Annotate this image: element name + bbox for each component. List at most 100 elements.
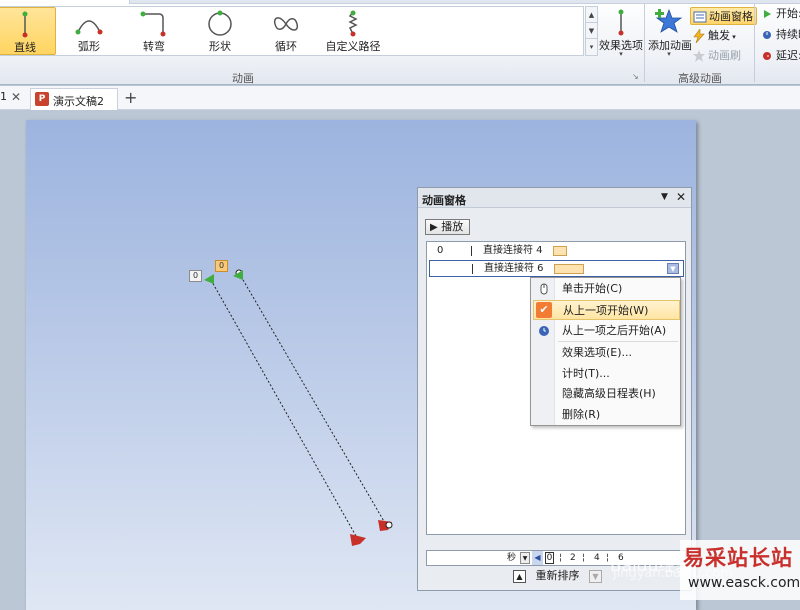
animation-pane-title: 动画窗格 bbox=[422, 194, 466, 207]
arc-path-icon bbox=[75, 20, 103, 35]
animation-painter-icon bbox=[693, 50, 705, 62]
trigger-label: 触发 bbox=[708, 29, 730, 42]
gallery-label: 转弯 bbox=[143, 40, 165, 53]
brand-url: www.easck.com bbox=[688, 575, 800, 591]
trigger-button[interactable]: 触发 ▾ bbox=[690, 27, 736, 45]
gallery-label: 直线 bbox=[14, 41, 36, 54]
document-tab-strip: 1 ✕ P 演示文稿2 + bbox=[0, 86, 800, 110]
animation-item-number: 0 bbox=[437, 245, 444, 256]
menu-item-label: 删除(R) bbox=[562, 408, 601, 421]
delay-icon bbox=[763, 52, 771, 60]
group-separator bbox=[644, 4, 645, 82]
animation-order-tag[interactable]: 0 bbox=[189, 270, 203, 282]
timing-duration-label: 持续时 bbox=[776, 28, 800, 41]
gallery-item-turn[interactable]: 转弯 bbox=[123, 7, 185, 55]
menu-item-delete[interactable]: 删除(R) bbox=[533, 405, 680, 425]
menu-item-with-previous[interactable]: ✔ 从上一项开始(W) bbox=[533, 300, 680, 320]
effect-options-button[interactable]: 效果选项 ▾ bbox=[598, 6, 644, 62]
timing-delay-label: 延迟: bbox=[776, 49, 800, 62]
close-icon[interactable]: ✕ bbox=[11, 90, 21, 104]
clock-icon bbox=[763, 31, 771, 39]
menu-item-label: 从上一项之后开始(A) bbox=[562, 324, 667, 337]
add-animation-star-icon bbox=[655, 8, 683, 33]
timeline-tick: 2 bbox=[570, 553, 576, 563]
menu-item-timing[interactable]: 计时(T)... bbox=[533, 364, 680, 384]
document-tab[interactable]: P 演示文稿2 bbox=[30, 88, 118, 110]
menu-item-label: 从上一项开始(W) bbox=[563, 304, 649, 317]
menu-item-start-on-click[interactable]: 单击开始(C) bbox=[533, 279, 680, 299]
play-button[interactable]: ▶ 播放 bbox=[425, 219, 470, 235]
timeline-current-tick: 0 bbox=[545, 552, 554, 564]
gallery-item-shape[interactable]: 形状 bbox=[189, 7, 251, 55]
motion-path-gallery: 直线 弧形 转弯 形状 循环 自定义路径 bbox=[0, 6, 584, 56]
gallery-label: 形状 bbox=[209, 40, 231, 53]
mouse-click-icon bbox=[540, 283, 548, 295]
animation-context-menu: 单击开始(C) ✔ 从上一项开始(W) 从上一项之后开始(A) 效果选项(E).… bbox=[530, 277, 681, 426]
dialog-launcher-icon[interactable]: ↘ bbox=[632, 72, 639, 81]
advanced-animation-group-label: 高级动画 bbox=[678, 72, 722, 85]
animation-item-name: 直接连接符 4 bbox=[483, 245, 543, 256]
animation-list-item[interactable]: 0 直接连接符 4 bbox=[429, 243, 684, 260]
pane-menu-dropdown-icon[interactable]: ▼ bbox=[661, 192, 668, 202]
menu-item-effect-options[interactable]: 效果选项(E)... bbox=[533, 343, 680, 363]
timeline-left-icon[interactable]: ◀ bbox=[532, 551, 543, 565]
menu-item-after-previous[interactable]: 从上一项之后开始(A) bbox=[533, 321, 680, 341]
timing-start-label: 开始: bbox=[776, 7, 800, 20]
animation-list-item-selected[interactable]: 直接连接符 6 ▼ bbox=[429, 260, 684, 277]
menu-item-label: 隐藏高级日程表(H) bbox=[562, 387, 656, 400]
timeline-tick: 4 bbox=[594, 553, 600, 563]
chevron-down-icon: ▾ bbox=[667, 50, 671, 58]
brand-watermark: 易采站长站 www.easck.com bbox=[680, 540, 800, 600]
custom-path-icon bbox=[348, 10, 358, 37]
ribbon: 直线 弧形 转弯 形状 循环 自定义路径 ▲ ▼ ▾ 效果选项 ▾ 动画 ↘ 添… bbox=[0, 0, 800, 85]
play-label: 播放 bbox=[441, 220, 464, 233]
play-icon: ▶ bbox=[430, 222, 438, 233]
item-dropdown-icon[interactable]: ▼ bbox=[667, 263, 679, 274]
previous-tab-fragment[interactable]: 1 bbox=[0, 90, 7, 103]
animation-painter-label: 动画刷 bbox=[708, 49, 741, 62]
close-icon[interactable]: ✕ bbox=[676, 190, 686, 204]
shape-path-icon bbox=[208, 10, 232, 36]
gallery-item-custom-path[interactable]: 自定义路径 bbox=[320, 7, 386, 55]
timing-start[interactable]: 开始: bbox=[762, 5, 800, 23]
gallery-scroll[interactable]: ▲ ▼ ▾ bbox=[585, 6, 598, 56]
move-up-icon[interactable]: ▲ bbox=[513, 569, 526, 583]
animation-pane-header: 动画窗格 ▼ ✕ bbox=[418, 188, 691, 208]
gallery-item-arc[interactable]: 弧形 bbox=[58, 7, 120, 55]
animation-pane-toggle[interactable]: 动画窗格 bbox=[690, 7, 757, 25]
animation-order-tag-selected[interactable]: 0 bbox=[215, 260, 229, 272]
loop-path-icon bbox=[273, 17, 299, 31]
menu-item-label: 单击开始(C) bbox=[562, 282, 623, 295]
gallery-label: 循环 bbox=[275, 40, 297, 53]
gallery-more-icon[interactable]: ▾ bbox=[586, 39, 597, 55]
menu-item-label: 效果选项(E)... bbox=[562, 346, 633, 359]
menu-item-hide-timeline[interactable]: 隐藏高级日程表(H) bbox=[533, 384, 680, 404]
effect-options-icon bbox=[618, 9, 624, 36]
timeline-unit: 秒 bbox=[507, 553, 517, 563]
line-path-icon bbox=[22, 11, 28, 38]
reorder-controls: ▲ 重新排序 ▼ bbox=[513, 568, 602, 584]
timing-delay[interactable]: 延迟: bbox=[762, 47, 800, 65]
lightning-icon bbox=[693, 29, 705, 43]
timeline-unit-dropdown-icon[interactable]: ▼ bbox=[520, 552, 530, 564]
menu-item-label: 计时(T)... bbox=[562, 367, 610, 380]
gallery-scroll-up-icon[interactable]: ▲ bbox=[586, 7, 597, 23]
clock-icon bbox=[539, 326, 549, 336]
menu-separator bbox=[558, 341, 678, 342]
gallery-scroll-down-icon[interactable]: ▼ bbox=[586, 23, 597, 39]
with-previous-marker bbox=[471, 246, 472, 256]
turn-path-icon bbox=[140, 11, 166, 37]
with-previous-marker bbox=[472, 264, 473, 274]
document-tab-title: 演示文稿2 bbox=[53, 95, 104, 108]
animation-pane-label: 动画窗格 bbox=[709, 10, 753, 23]
gallery-item-loop[interactable]: 循环 bbox=[255, 7, 317, 55]
animation-painter-button[interactable]: 动画刷 bbox=[690, 47, 741, 65]
add-animation-button[interactable]: 添加动画 ▾ bbox=[648, 6, 692, 62]
new-tab-button[interactable]: + bbox=[124, 88, 137, 107]
move-down-icon[interactable]: ▼ bbox=[589, 569, 602, 583]
timeline-bar bbox=[554, 264, 584, 274]
animation-pane-icon bbox=[693, 11, 707, 23]
gallery-item-line[interactable]: 直线 bbox=[0, 7, 56, 55]
timing-duration[interactable]: 持续时 bbox=[762, 26, 800, 44]
brand-name: 易采站长站 bbox=[683, 545, 793, 570]
